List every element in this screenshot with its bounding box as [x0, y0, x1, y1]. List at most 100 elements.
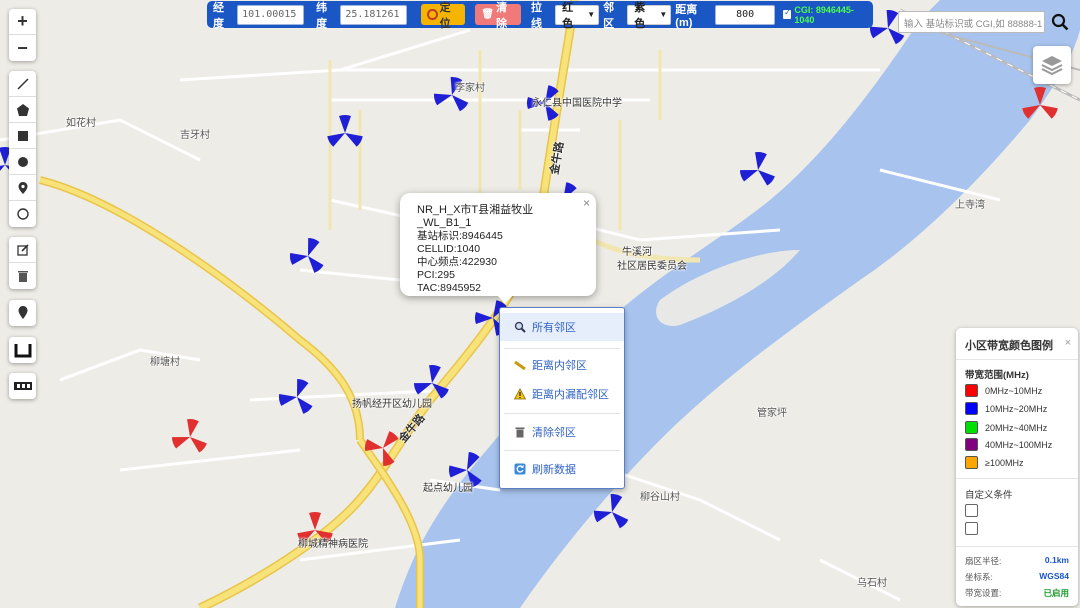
legend-item-label: 0MHz~10MHz [985, 385, 1043, 396]
line-color-select[interactable]: 红色 ▼ [555, 2, 600, 30]
place-label: 吉牙村 [180, 130, 210, 141]
map-pin-icon [18, 181, 27, 194]
distance-input[interactable] [715, 4, 776, 25]
bandwidth-setting-value: 已启用 [1043, 588, 1069, 598]
draw-rectangle-button[interactable] [9, 123, 36, 149]
neighbor-color-value: 紫色 [634, 1, 646, 30]
edit-toolbar [9, 237, 36, 289]
edit-button[interactable] [9, 237, 36, 263]
circle-filled-icon [17, 156, 28, 167]
legend-divider [956, 478, 1078, 479]
legend-radius-row: 扇区半径: 0.1km [965, 555, 1069, 567]
trash-icon [514, 426, 526, 438]
place-label: 李家村 [455, 83, 485, 94]
menu-item-all-neighbors[interactable]: 所有邻区 [500, 313, 624, 341]
menu-item-label: 刷新数据 [532, 464, 576, 476]
draw-polygon-button[interactable] [9, 97, 36, 123]
edit-icon [16, 243, 29, 256]
line-label: 拉线 [531, 1, 542, 30]
trash-icon [17, 271, 28, 282]
menu-separator [504, 450, 620, 451]
cell-info-popup: NR_H_X市T县湘益牧业_WL_B1_1 基站标识:8946445 CELLI… [400, 193, 596, 296]
layers-button[interactable] [1033, 46, 1071, 84]
menu-item-label: 距离内漏配邻区 [532, 389, 609, 401]
legend-swatch [965, 384, 978, 397]
place-label: 社区居民委员会 [617, 261, 687, 272]
custom-condition-checkbox[interactable] [965, 504, 978, 517]
draw-circle-outline-button[interactable] [9, 201, 36, 227]
trash-icon: 🗑 [481, 9, 495, 20]
latitude-input[interactable] [340, 4, 408, 25]
line-icon [16, 77, 29, 90]
draw-line-button[interactable] [9, 71, 36, 97]
clear-button[interactable]: 🗑 清除 [475, 2, 521, 30]
place-label: 乌石村 [857, 578, 887, 589]
measure-area-button[interactable] [9, 337, 36, 363]
draw-circle-button[interactable] [9, 149, 36, 175]
zoom-control: + − [9, 9, 36, 61]
refresh-icon [514, 463, 526, 475]
marker-control [9, 300, 36, 326]
menu-item-clear-neighbors[interactable]: 清除邻区 [500, 418, 624, 446]
legend-item-label: 40MHz~100MHz [985, 439, 1053, 450]
legend-divider [956, 359, 1078, 360]
marker-button[interactable] [9, 300, 36, 326]
popup-line: PCI:295 [417, 269, 455, 281]
legend-divider [956, 546, 1078, 547]
square-icon [17, 130, 28, 141]
legend-coord-row: 坐标系: WGS84 [965, 571, 1069, 583]
ruler-icon [13, 382, 32, 390]
menu-separator [504, 348, 620, 349]
draw-marker-button[interactable] [9, 175, 36, 201]
popup-line: 中心频点:422930 [417, 256, 497, 268]
menu-item-missing-neighbors[interactable]: 距离内漏配邻区 [500, 380, 624, 408]
draw-toolbar [9, 71, 36, 227]
zoom-out-button[interactable]: − [9, 35, 36, 61]
legend-item: 10MHz~20MHz [965, 402, 1047, 415]
top-toolbar: 经度 纬度 定位 🗑 清除 拉线 红色 ▼ 邻区 紫色 ▼ 距离(m) CGI:… [207, 1, 873, 30]
popup-line: CELLID:1040 [417, 243, 481, 255]
legend-close-button[interactable]: × [1065, 337, 1071, 349]
measure-control [9, 337, 36, 363]
pentagon-icon [16, 103, 29, 116]
place-label: 如花村 [66, 118, 96, 129]
legend-range-title: 带宽范围(MHz) [965, 370, 1029, 381]
longitude-input[interactable] [237, 4, 305, 25]
map-canvas[interactable] [0, 0, 1080, 608]
circle-outline-icon [16, 208, 29, 220]
distance-label: 距离(m) [675, 3, 698, 29]
menu-item-distance-neighbors[interactable]: 距离内邻区 [500, 351, 624, 379]
ruler-icon [514, 359, 526, 371]
legend-item: 20MHz~40MHz [965, 421, 1047, 434]
delete-button[interactable] [9, 263, 36, 289]
neighbor-color-select[interactable]: 紫色 ▼ [627, 2, 672, 30]
locate-button[interactable]: 定位 [421, 2, 466, 30]
cgi-status[interactable]: CGI: 8946445-1040 [783, 5, 867, 25]
place-label: 永仁县中国医院中学 [532, 98, 622, 109]
custom-condition-checkbox[interactable] [965, 522, 978, 535]
menu-item-refresh[interactable]: 刷新数据 [500, 455, 624, 483]
bracket-icon [14, 344, 31, 358]
neighbor-label: 邻区 [603, 1, 615, 30]
search-button[interactable] [1046, 8, 1073, 35]
chevron-down-icon: ▼ [587, 10, 596, 19]
popup-tip [497, 295, 513, 304]
search-placeholder: 输入 基站标识或 CGI,如 88888-1 [904, 19, 1043, 30]
zoom-in-button[interactable]: + [9, 9, 36, 35]
measure-distance-control [9, 373, 36, 399]
legend-item-label: ≥100MHz [985, 457, 1024, 468]
legend-item-label: 10MHz~20MHz [985, 403, 1048, 414]
search-input[interactable]: 输入 基站标识或 CGI,如 88888-1 [898, 11, 1045, 33]
warning-icon [514, 388, 526, 400]
popup-close-button[interactable]: × [583, 197, 590, 210]
context-menu: 所有邻区 距离内邻区 距离内漏配邻区 清除邻区 刷新数据 [499, 307, 625, 489]
place-label: 上寺湾 [955, 200, 985, 211]
coord-value: WGS84 [1039, 571, 1069, 581]
bandwidth-setting-label: 带宽设置: [965, 588, 1002, 598]
chevron-down-icon: ▼ [659, 10, 668, 19]
place-label: 柳塘村 [150, 357, 180, 368]
place-label: 柳城精神病医院 [298, 539, 368, 550]
menu-item-label: 距离内邻区 [532, 360, 587, 372]
clear-label: 清除 [496, 1, 508, 30]
measure-distance-button[interactable] [9, 373, 36, 399]
